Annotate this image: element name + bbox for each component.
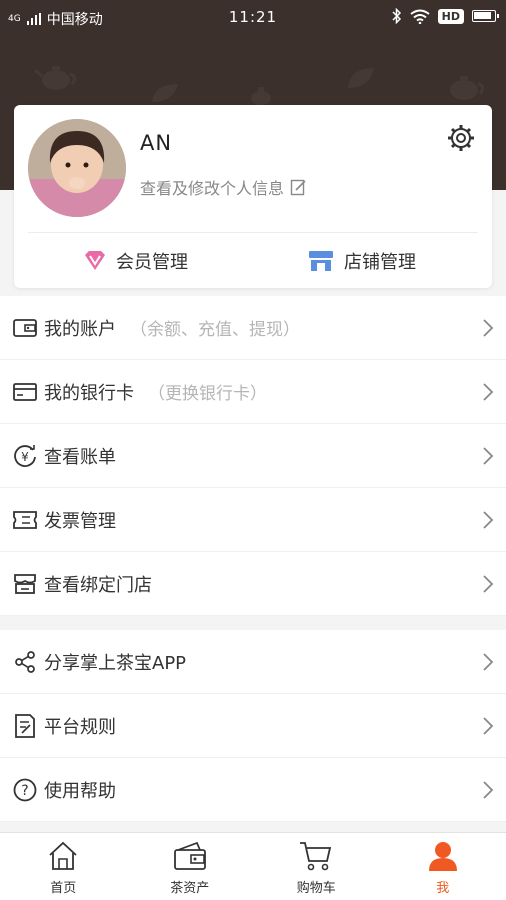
tab-label: 茶资产 [170, 881, 210, 896]
menu-label: 平台规则 [44, 716, 116, 738]
app-menu-group: 分享掌上茶宝APP 平台规则 ? 使用帮助 [0, 630, 506, 822]
store-management-button[interactable]: 店铺管理 [308, 245, 416, 277]
rules-icon [15, 713, 35, 738]
tab-home[interactable]: 首页 [0, 833, 127, 900]
cart-icon [300, 842, 332, 871]
svg-text:?: ? [21, 783, 28, 799]
v-badge-icon [85, 251, 105, 270]
store-icon [309, 251, 333, 271]
chevron-right-icon [483, 575, 494, 593]
wallet-icon [173, 841, 206, 870]
menu-item-help[interactable]: ? 使用帮助 [0, 758, 506, 822]
user-name: AN [140, 131, 173, 155]
menu-label: 我的账户 [44, 318, 116, 340]
chevron-right-icon [483, 653, 494, 671]
menu-item-my-account[interactable]: 我的账户 （余额、充值、提现） [0, 296, 506, 360]
chevron-right-icon [483, 383, 494, 401]
bottom-tab-bar: 首页 茶资产 购物车 我 [0, 832, 506, 900]
chevron-right-icon [483, 511, 494, 529]
menu-item-bound-stores[interactable]: 查看绑定门店 [0, 552, 506, 616]
menu-label: 查看绑定门店 [44, 574, 152, 596]
menu-label: 发票管理 [44, 510, 116, 532]
teapot-decoration-icon [450, 76, 485, 100]
settings-gear-icon[interactable] [446, 123, 476, 153]
bluetooth-icon [392, 8, 401, 24]
menu-label: 查看账单 [44, 446, 116, 468]
profile-card: AN 查看及修改个人信息 会员管理 店铺管理 [14, 105, 492, 288]
ticket-icon [13, 510, 37, 529]
menu-item-share-app[interactable]: 分享掌上茶宝APP [0, 630, 506, 694]
edit-profile-link[interactable]: 查看及修改个人信息 [140, 175, 308, 199]
menu-item-invoice[interactable]: 发票管理 [0, 488, 506, 552]
menu-label: 分享掌上茶宝APP [44, 652, 187, 674]
person-icon [428, 842, 457, 871]
card-icon [13, 382, 37, 401]
tab-label: 我 [436, 881, 450, 896]
tab-label: 首页 [50, 881, 77, 896]
chevron-right-icon [483, 717, 494, 735]
menu-label: 使用帮助 [44, 780, 116, 802]
menu-item-platform-rules[interactable]: 平台规则 [0, 694, 506, 758]
yen-cycle-icon: ¥ [14, 444, 36, 467]
tab-tea-assets[interactable]: 茶资产 [127, 833, 254, 900]
menu-hint: （余额、充值、提现） [130, 320, 300, 340]
svg-text:¥: ¥ [21, 450, 29, 464]
menu-hint: （更换银行卡） [148, 384, 267, 404]
store-management-label: 店铺管理 [344, 252, 416, 273]
chevron-right-icon [483, 781, 494, 799]
edit-icon [290, 179, 306, 196]
menu-item-bank-card[interactable]: 我的银行卡 （更换银行卡） [0, 360, 506, 424]
tab-me[interactable]: 我 [380, 833, 506, 900]
account-menu-group: 我的账户 （余额、充值、提现） 我的银行卡 （更换银行卡） ¥ 查看账单 发票管… [0, 296, 506, 616]
tab-cart[interactable]: 购物车 [253, 833, 380, 900]
edit-profile-label: 查看及修改个人信息 [140, 179, 285, 198]
menu-item-view-bills[interactable]: ¥ 查看账单 [0, 424, 506, 488]
teapot-decoration-icon [251, 87, 271, 105]
member-management-label: 会员管理 [116, 252, 188, 273]
tea-leaf-decoration-icon [152, 84, 178, 102]
member-management-button[interactable]: 会员管理 [84, 245, 188, 277]
tea-leaf-decoration-icon [348, 68, 374, 88]
shop-icon [14, 573, 36, 594]
status-bar: 4G 中国移动 11:21 HD [0, 0, 506, 36]
menu-label: 我的银行卡 [44, 382, 134, 404]
avatar[interactable] [28, 119, 126, 217]
help-icon: ? [13, 778, 37, 801]
chevron-right-icon [483, 447, 494, 465]
share-icon [15, 650, 35, 673]
tab-label: 购物车 [296, 881, 336, 896]
chevron-right-icon [483, 319, 494, 337]
card-divider [28, 232, 478, 233]
teapot-decoration-icon [34, 66, 77, 90]
battery-icon [472, 10, 499, 22]
wifi-icon [410, 9, 430, 24]
wallet-icon [13, 318, 37, 337]
home-icon [49, 841, 77, 870]
hd-badge: HD [437, 8, 464, 24]
